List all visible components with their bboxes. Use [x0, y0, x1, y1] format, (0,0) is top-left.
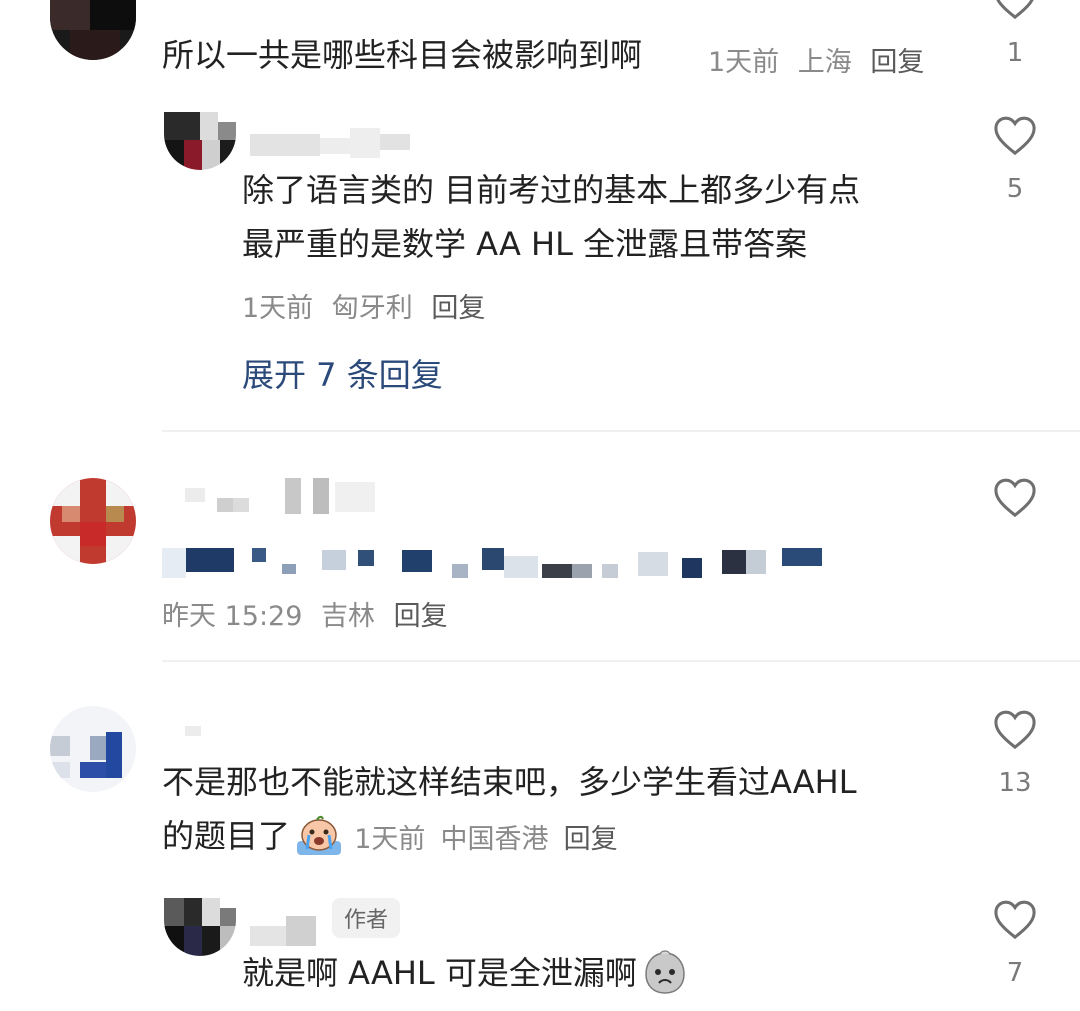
divider	[162, 660, 1080, 662]
expand-replies-button[interactable]: 展开 7 条回复	[242, 350, 443, 396]
comment-time: 1天前	[354, 823, 426, 855]
reply-button[interactable]: 回复	[564, 824, 618, 855]
comment-location: 匈牙利	[331, 293, 413, 324]
author-badge: 作者	[332, 898, 401, 938]
reply-button[interactable]: 回复	[431, 293, 485, 324]
heart-outline-icon	[994, 710, 1036, 750]
comment-text-line: 最严重的是数学 AA HL 全泄露且带答案	[242, 225, 808, 263]
divider	[162, 430, 1080, 432]
comment-meta: 1天前 匈牙利 回复	[242, 286, 485, 325]
avatar[interactable]	[50, 706, 136, 792]
like-count: 7	[1006, 958, 1024, 988]
comment-text-blurred	[162, 544, 822, 584]
comment-time: 1天前	[242, 293, 314, 324]
avatar[interactable]	[50, 0, 136, 60]
comment-meta: 昨天 15:29 吉林 回复	[162, 594, 448, 633]
comment-text: 就是啊 AAHL 可是全泄漏啊	[242, 954, 637, 992]
heart-outline-icon	[994, 478, 1036, 518]
username-blurred[interactable]	[185, 478, 385, 516]
username-blurred[interactable]	[250, 128, 410, 158]
comment-text-line: 除了语言类的 目前考过的基本上都多少有点	[242, 171, 861, 209]
heart-outline-icon	[996, 0, 1034, 20]
like-button[interactable]	[985, 0, 1045, 24]
comment-text-line: 的题目了	[162, 817, 291, 855]
comment-line: 就是啊 AAHL 可是全泄漏啊	[242, 950, 688, 996]
username-blurred[interactable]	[250, 912, 320, 946]
comment-location: 上海	[797, 47, 852, 78]
like-button[interactable]	[985, 476, 1045, 522]
avatar[interactable]	[50, 478, 136, 564]
like-button[interactable]	[985, 898, 1045, 944]
reply-button[interactable]: 回复	[394, 601, 448, 632]
like-count: 1	[1006, 38, 1024, 68]
comment-time: 昨天 15:29	[162, 601, 303, 632]
heart-outline-icon	[994, 116, 1036, 156]
comment-line-2: 的题目了 1天前 中国香港 回复	[162, 814, 618, 860]
like-button[interactable]	[985, 708, 1045, 754]
avatar[interactable]	[164, 112, 236, 170]
like-count: 5	[1006, 174, 1024, 204]
avatar[interactable]	[164, 898, 236, 956]
comment-meta: 1天前 上海 回复	[708, 40, 924, 79]
like-count: 13	[998, 768, 1032, 798]
like-button[interactable]	[985, 114, 1045, 160]
comment-location: 吉林	[321, 601, 375, 632]
comment-text: 所以一共是哪些科目会被影响到啊	[162, 36, 643, 74]
comment-time: 1天前	[708, 47, 780, 78]
comment-location: 中国香港	[440, 823, 549, 855]
sad-face-emoji-icon	[645, 950, 685, 994]
reply-button[interactable]: 回复	[870, 47, 924, 78]
crying-emoji-icon	[297, 815, 342, 855]
heart-outline-icon	[994, 900, 1036, 940]
username-blurred[interactable]	[185, 720, 205, 740]
comment-text-line: 不是那也不能就这样结束吧，多少学生看过AAHL	[162, 763, 857, 801]
